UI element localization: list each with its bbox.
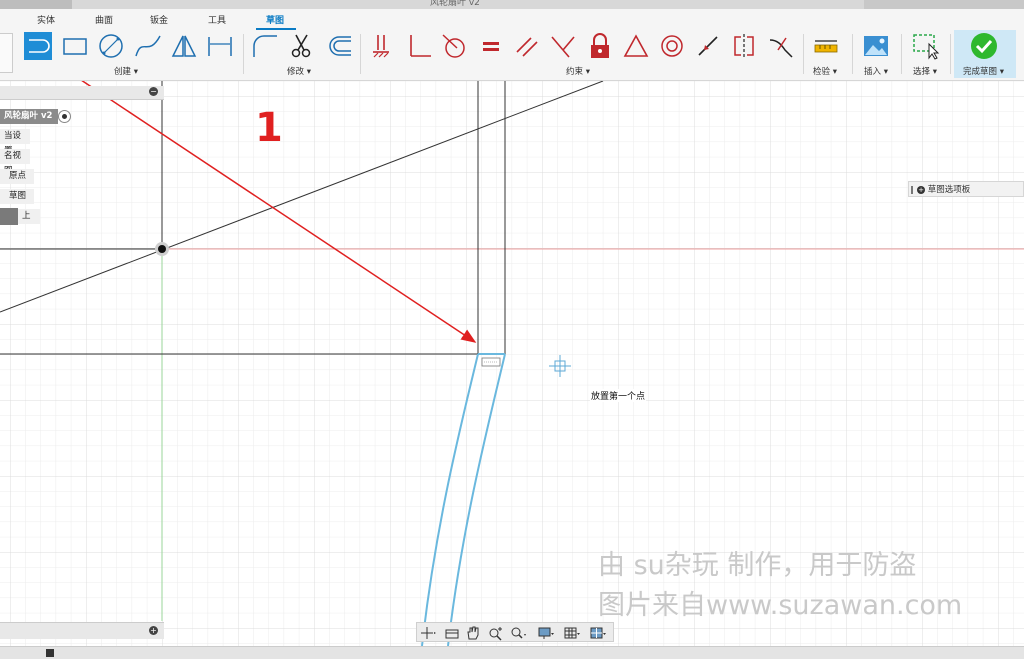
symmetry-icon[interactable] [730, 32, 758, 60]
grid-settings-icon[interactable] [563, 625, 581, 641]
browser-item-origin[interactable]: 原点 [0, 169, 34, 184]
sketch-palette-label: 草图选项板 [927, 185, 971, 195]
browser-panel-header[interactable]: − [0, 86, 164, 100]
tab-tools[interactable]: 工具 [208, 13, 226, 26]
workspace-tabs: 实体 曲面 钣金 工具 草图 [0, 9, 1024, 30]
ribbon-separator [852, 34, 853, 74]
curvature-icon[interactable] [767, 32, 795, 60]
tab-solid[interactable]: 实体 [37, 13, 55, 26]
tangent-icon[interactable] [441, 32, 469, 60]
watermark-line-1: 由 su杂玩 制作，用于防盗 [598, 550, 917, 581]
coincident-icon[interactable] [549, 32, 577, 60]
tab-sketch[interactable]: 草图 [266, 13, 284, 26]
constraints-group-label[interactable]: 约束 ▾ [566, 65, 590, 77]
ribbon-separator [803, 34, 804, 74]
ribbon-toolbar: 创建 ▾ 修改 ▾ 约束 ▾ 检验 ▾ 插入 ▾ 选择 ▾ 完成草图 ▾ [0, 30, 1024, 81]
browser-item-named-views[interactable]: 名视图 [0, 149, 30, 176]
insert-image-icon[interactable] [862, 32, 890, 60]
display-settings-icon[interactable] [537, 625, 555, 641]
dimension-icon[interactable] [206, 32, 234, 60]
look-at-icon[interactable] [443, 625, 461, 641]
expand-palette-icon[interactable]: + [917, 185, 925, 194]
ribbon-left-handle[interactable] [0, 33, 13, 73]
title-bar: 风轮扇叶 v2 [0, 0, 1024, 9]
comments-panel-header[interactable]: + [0, 622, 164, 639]
midpoint-icon[interactable] [694, 32, 722, 60]
zoom-icon[interactable] [487, 625, 505, 641]
zoom-window-icon[interactable] [509, 625, 527, 641]
drag-handle-icon[interactable] [911, 186, 913, 194]
expand-icon[interactable]: + [149, 626, 158, 635]
annotation-step-number: 1 [255, 105, 283, 151]
scissors-icon[interactable] [288, 32, 316, 60]
browser-item-sketch-top[interactable]: 上 [18, 209, 40, 224]
tab-surface[interactable]: 曲面 [95, 13, 113, 26]
title-bar-right-controls[interactable] [864, 0, 1024, 9]
timeline-icon[interactable] [46, 649, 54, 657]
select-window-icon[interactable] [912, 32, 940, 60]
offset-icon[interactable] [325, 32, 353, 60]
triangle-mirror-icon[interactable] [170, 32, 198, 60]
origin-point-center [158, 245, 166, 253]
ribbon-separator [243, 34, 244, 74]
browser-item-sketches[interactable]: 草图 [0, 189, 34, 204]
navigation-bar [416, 622, 614, 642]
select-group-label[interactable]: 选择 ▾ [913, 65, 937, 77]
sketch-item-icon[interactable] [0, 208, 18, 225]
fix-icon[interactable] [368, 32, 396, 60]
cursor-tooltip: 放置第一个点 [590, 389, 647, 402]
window-title: 风轮扇叶 v2 [430, 0, 480, 8]
inspect-group-label[interactable]: 检验 ▾ [813, 65, 837, 77]
pan-hand-icon[interactable] [464, 625, 482, 641]
circle-icon[interactable] [97, 32, 125, 60]
perpendicular-icon[interactable] [405, 32, 433, 60]
lock-icon[interactable] [586, 32, 614, 60]
ribbon-separator [950, 34, 951, 74]
browser-root-document[interactable]: 风轮扇叶 v2 [0, 109, 58, 124]
viewports-icon[interactable] [589, 625, 607, 641]
title-bar-left-controls[interactable] [0, 0, 72, 9]
finish-sketch-label[interactable]: 完成草图 ▾ [963, 65, 1004, 77]
equal-icon[interactable] [477, 32, 505, 60]
concentric-icon[interactable] [658, 32, 686, 60]
create-group-label[interactable]: 创建 ▾ [114, 65, 138, 77]
spline-icon[interactable] [134, 32, 162, 60]
modify-group-label[interactable]: 修改 ▾ [287, 65, 311, 77]
rectangle-icon[interactable] [61, 32, 89, 60]
ribbon-separator [901, 34, 902, 74]
browser-item-document-settings[interactable]: 当设置 [0, 129, 30, 156]
sketch-palette-header[interactable]: + 草图选项板 [908, 181, 1024, 197]
checkmark-icon[interactable] [970, 32, 998, 60]
tab-sheet-metal[interactable]: 钣金 [150, 13, 168, 26]
status-bar [0, 646, 1024, 659]
measure-icon[interactable] [812, 32, 840, 60]
orbit-icon[interactable] [419, 625, 437, 641]
triangle-icon[interactable] [622, 32, 650, 60]
fillet-icon[interactable] [251, 32, 279, 60]
activate-radio-icon[interactable] [58, 110, 71, 123]
ribbon-separator [360, 34, 361, 74]
slot-icon[interactable] [24, 32, 52, 60]
parallel-icon[interactable] [513, 32, 541, 60]
collapse-icon[interactable]: − [149, 87, 158, 96]
insert-group-label[interactable]: 插入 ▾ [864, 65, 888, 77]
watermark-line-2: 图片来自www.suzawan.com [598, 590, 963, 621]
